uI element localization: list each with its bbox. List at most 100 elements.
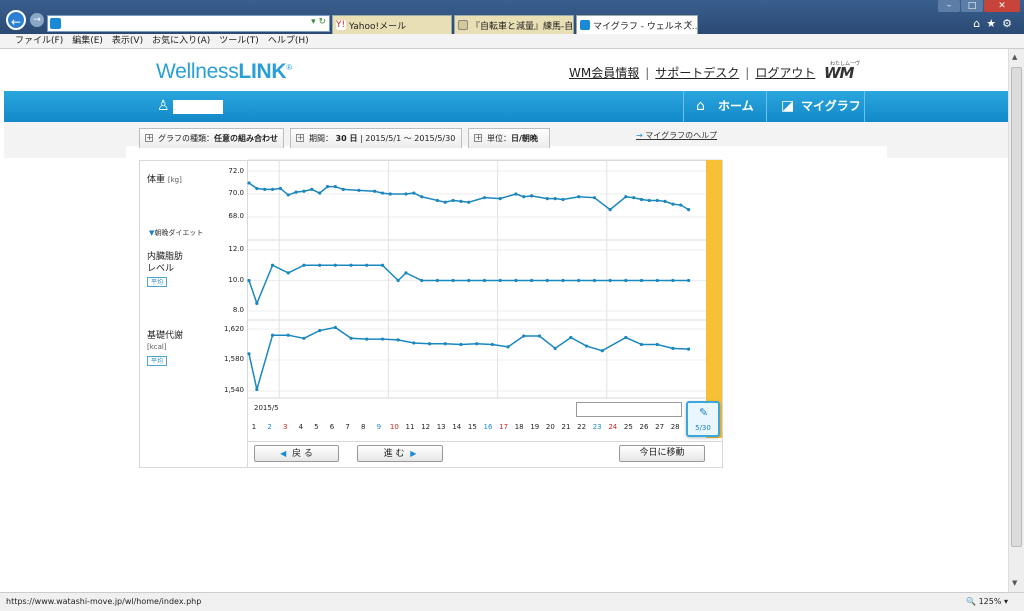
date-input[interactable] [576, 402, 682, 417]
menu-file[interactable]: ファイル(F) [15, 34, 63, 48]
address-bar[interactable]: ▾ ↻ [47, 15, 330, 32]
logo-text-b: LINK [238, 60, 287, 83]
menu-edit[interactable]: 編集(E) [72, 34, 103, 48]
expand-plus-icon: + [145, 133, 153, 142]
wm-member-info-link[interactable]: WM会員情報 [569, 66, 639, 80]
refresh-icon[interactable]: ▾ ↻ [311, 17, 326, 27]
menu-help[interactable]: ヘルプ(H) [268, 34, 309, 48]
graph-type-selector[interactable]: + グラフの種類：任意の組み合わせ [139, 128, 284, 148]
home-icon[interactable]: ⌂ [973, 17, 986, 30]
header-links: WM会員情報 | サポートデスク | ログアウト [569, 64, 815, 81]
forward-button[interactable]: → [30, 13, 44, 27]
next-label: 進 む [383, 449, 405, 459]
edit-record-button[interactable]: ✎ 5/30 [686, 401, 720, 437]
site-favicon-icon [50, 18, 61, 29]
next-period-button[interactable]: 進 む ▶ [357, 445, 443, 462]
bmr-title: 基礎代謝 [147, 331, 184, 341]
tab-yahoo-mail[interactable]: Y! Yahoo!メール [332, 15, 452, 34]
wm-logo-mark: WM [824, 64, 855, 82]
diet-label: 朝晩ダイエット [154, 229, 204, 237]
mygraph-help-link[interactable]: → マイグラフのヘルプ [636, 130, 717, 141]
support-desk-link[interactable]: サポートデスク [655, 66, 739, 80]
menu-view[interactable]: 表示(V) [112, 34, 143, 48]
expand-plus-icon: + [296, 133, 304, 142]
browser-toolbar: ← → ▾ ↻ Y! Yahoo!メール 『自転車と減量』練馬-自転... マイ… [0, 0, 1024, 34]
graph-type-label: グラフの種類： [158, 134, 214, 143]
scroll-up-icon[interactable]: ▲ [1012, 53, 1017, 61]
nav-mygraph[interactable]: ◪ マイグラフ [766, 91, 865, 122]
link-separator: | [645, 66, 650, 80]
back-button[interactable]: ← [6, 10, 26, 30]
zoom-value: 125% [978, 597, 1002, 606]
logout-link[interactable]: ログアウト [755, 66, 815, 80]
tab-close-icon[interactable]: × [685, 19, 693, 29]
x-day-label: 11 [405, 423, 415, 431]
zoom-level[interactable]: 🔍 125% ▾ [966, 593, 1008, 610]
maximize-icon[interactable]: □ [961, 0, 983, 12]
favorites-star-icon[interactable]: ★ [986, 17, 1002, 30]
window-controls: – □ ✕ [937, 0, 1020, 12]
nav-mygraph-label: マイグラフ [801, 99, 861, 113]
x-day-label: 25 [623, 423, 633, 431]
user-icon: ♙ [157, 98, 170, 114]
unit-label: 単位： [487, 134, 511, 143]
visceral-tick: 12.0 [228, 245, 244, 253]
today-label: 今日に移動 [639, 448, 685, 458]
bmr-tick: 1,540 [223, 386, 244, 394]
nav-home-label: ホーム [718, 99, 754, 113]
period-selector[interactable]: + 期間： 30 日 | 2015/5/1 〜 2015/5/30 [290, 128, 462, 148]
x-day-label: 28 [670, 423, 680, 431]
minimize-icon[interactable]: – [938, 0, 960, 12]
nav-home[interactable]: ⌂ ホーム [683, 91, 766, 122]
weight-tick: 68.0 [228, 212, 244, 220]
x-day-label: 15 [467, 423, 477, 431]
x-day-label: 26 [639, 423, 649, 431]
x-day-label: 4 [298, 423, 304, 431]
period-label: 期間： [309, 134, 333, 143]
graph-type-value: 任意の組み合わせ [214, 134, 278, 143]
x-day-label: 13 [436, 423, 446, 431]
x-day-label: 17 [499, 423, 509, 431]
diet-mode-toggle[interactable]: ▼朝晩ダイエット [149, 228, 203, 238]
menu-favorites[interactable]: お気に入り(A) [152, 34, 210, 48]
tab-blog[interactable]: 『自転車と減量』練馬-自転... [454, 15, 574, 34]
x-day-label: 8 [360, 423, 366, 431]
menu-bar: ファイル(F) 編集(E) 表示(V) お気に入り(A) ツール(T) ヘルプ(H) [0, 34, 1024, 49]
close-window-icon[interactable]: ✕ [984, 0, 1020, 12]
x-day-label: 2 [267, 423, 272, 431]
tab-label: 『自転車と減量』練馬-自転... [471, 22, 574, 32]
edit-notepad-icon: ✎ [699, 406, 709, 419]
back-period-button[interactable]: ◀ 戻 る [254, 445, 339, 462]
x-day-label: 18 [514, 423, 524, 431]
button-divider [247, 441, 723, 442]
weight-tick: 70.0 [228, 189, 244, 197]
status-bar: https://www.watashi-move.jp/wl/home/inde… [0, 592, 1024, 611]
arrow-left-icon: ◀ [280, 449, 287, 458]
row-bmr-title: 基礎代謝 [kcal] [147, 331, 183, 353]
selected-date: 5/30 [695, 424, 711, 432]
average-badge: 平均 [147, 277, 167, 287]
page-icon [458, 20, 468, 30]
arrow-right-icon: → [636, 131, 643, 140]
expand-plus-icon: + [474, 133, 482, 142]
visceral-tick: 10.0 [228, 276, 244, 284]
tools-gear-icon[interactable]: ⚙ [1002, 17, 1018, 30]
x-day-label: 6 [329, 423, 335, 431]
unit-selector[interactable]: + 単位：日/朝晩 [468, 128, 550, 148]
scroll-down-icon[interactable]: ▼ [1012, 579, 1017, 587]
x-day-label: 21 [561, 423, 571, 431]
vertical-scrollbar[interactable]: ▲ ▼ [1008, 49, 1024, 592]
period-range: 2015/5/1 〜 2015/5/30 [365, 134, 456, 143]
tab-label: マイグラフ - ウェルネス... [593, 22, 698, 32]
watashi-move-logo[interactable]: わたしムーヴ WM [822, 60, 868, 82]
go-to-today-button[interactable]: 今日に移動 [619, 445, 705, 462]
menu-tools[interactable]: ツール(T) [219, 34, 259, 48]
tab-mygraph[interactable]: マイグラフ - ウェルネス... × [576, 15, 698, 34]
browser-right-icons: ⌂★⚙ [973, 17, 1018, 30]
scroll-thumb[interactable] [1011, 67, 1022, 547]
row-visceral-title: 内臓脂肪 レベル [147, 251, 183, 275]
x-day-label: 24 [608, 423, 618, 431]
visceral-title2: レベル [147, 264, 175, 274]
x-day-label: 12 [421, 423, 431, 431]
wellness-link-logo[interactable]: WellnessLINK® [156, 60, 292, 84]
